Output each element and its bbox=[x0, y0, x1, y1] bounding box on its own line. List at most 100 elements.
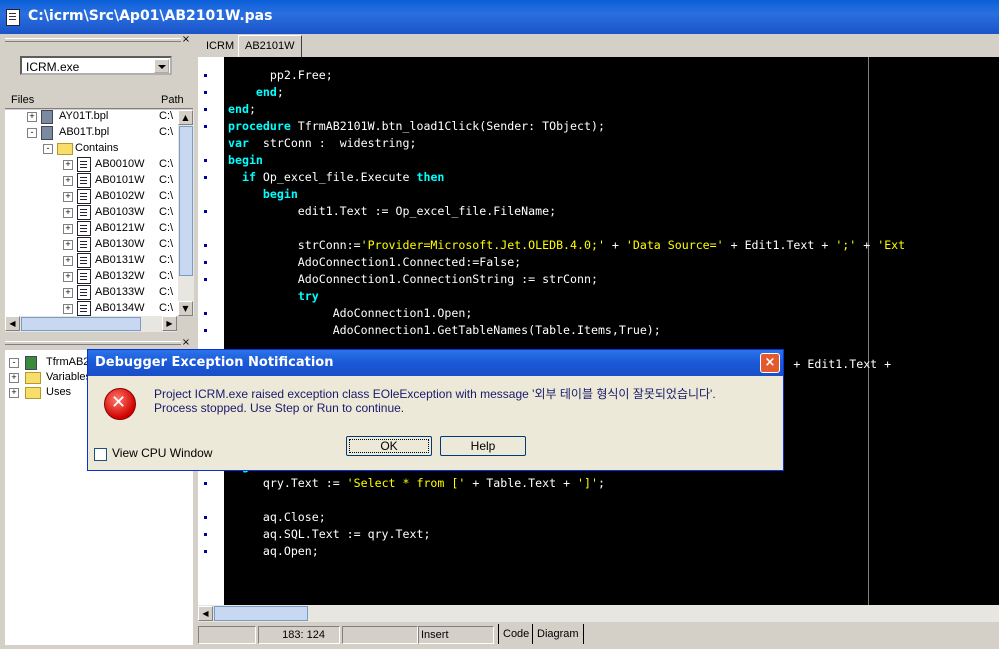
expand-icon[interactable]: + bbox=[63, 240, 73, 250]
breakpoint-dot-icon[interactable] bbox=[204, 108, 207, 111]
module-select[interactable]: ICRM.exe bbox=[20, 56, 172, 75]
breakpoint-dot-icon[interactable] bbox=[204, 312, 207, 315]
code-line[interactable]: AdoConnection1.ConnectionString := strCo… bbox=[228, 271, 598, 288]
breakpoint-dot-icon[interactable] bbox=[204, 278, 207, 281]
code-line[interactable]: strConn:='Provider=Microsoft.Jet.OLEDB.4… bbox=[228, 237, 905, 254]
ok-button[interactable]: OK bbox=[346, 436, 432, 456]
breakpoint-dot-icon[interactable] bbox=[204, 210, 207, 213]
breakpoint-dot-icon[interactable] bbox=[204, 74, 207, 77]
close-panel-icon[interactable]: × bbox=[181, 338, 191, 348]
scroll-thumb[interactable] bbox=[214, 606, 308, 621]
path-column-header[interactable]: Path bbox=[161, 94, 184, 106]
code-line[interactable]: AdoConnection1.Open; bbox=[228, 305, 473, 322]
code-line[interactable]: var strConn : widestring; bbox=[228, 135, 416, 152]
files-hscrollbar[interactable]: ◀ ▶ bbox=[5, 316, 177, 332]
breakpoint-dot-icon[interactable] bbox=[204, 244, 207, 247]
unit-icon bbox=[77, 301, 91, 316]
expand-icon[interactable]: + bbox=[63, 208, 73, 218]
editor-hscrollbar[interactable]: ◀ bbox=[198, 605, 999, 622]
expand-icon[interactable]: + bbox=[27, 112, 37, 122]
tree-item[interactable]: + AB0131W C:\ bbox=[5, 252, 177, 268]
view-cpu-label[interactable]: View CPU Window bbox=[112, 446, 212, 460]
code-editor[interactable]: pp2.Free; end; end; procedure TfrmAB2101W.… bbox=[224, 57, 999, 605]
collapse-icon[interactable]: - bbox=[9, 358, 19, 368]
code-line[interactable]: end; bbox=[228, 84, 284, 101]
breakpoint-dot-icon[interactable] bbox=[204, 176, 207, 179]
tree-item-label: AB0102W bbox=[95, 190, 145, 202]
code-line[interactable]: AdoConnection1.Connected:=False; bbox=[228, 254, 521, 271]
tree-item[interactable]: + AB0130W C:\ bbox=[5, 236, 177, 252]
tab-code[interactable]: Code bbox=[498, 624, 533, 644]
tab-ab2101w[interactable]: AB2101W bbox=[238, 35, 302, 58]
expand-icon[interactable]: + bbox=[63, 192, 73, 202]
scroll-down-icon[interactable]: ▼ bbox=[178, 301, 193, 316]
breakpoint-dot-icon[interactable] bbox=[204, 516, 207, 519]
expand-icon[interactable]: + bbox=[63, 160, 73, 170]
tree-item[interactable]: + AB0010W C:\ bbox=[5, 156, 177, 172]
scroll-right-icon[interactable]: ▶ bbox=[162, 316, 177, 331]
code-line[interactable]: aq.Open; bbox=[228, 543, 319, 560]
scroll-thumb[interactable] bbox=[21, 317, 141, 331]
code-line[interactable]: end; bbox=[228, 101, 256, 118]
close-panel-icon[interactable]: × bbox=[181, 35, 191, 45]
help-button[interactable]: Help bbox=[440, 436, 526, 456]
code-line[interactable]: AdoConnection1.GetTableNames(Table.Items… bbox=[228, 322, 661, 339]
expand-icon[interactable]: + bbox=[63, 304, 73, 314]
panel-grip[interactable] bbox=[5, 341, 181, 345]
tree-item[interactable]: + AB0101W C:\ bbox=[5, 172, 177, 188]
breakpoint-dot-icon[interactable] bbox=[204, 482, 207, 485]
code-line[interactable]: aq.Close; bbox=[228, 509, 326, 526]
breakpoint-dot-icon[interactable] bbox=[204, 533, 207, 536]
collapse-icon[interactable]: - bbox=[27, 128, 37, 138]
files-vscrollbar[interactable]: ▲ ▼ bbox=[177, 110, 194, 316]
tree-item[interactable]: + AB0132W C:\ bbox=[5, 268, 177, 284]
tree-item[interactable]: - AB01T.bpl C:\ bbox=[5, 124, 177, 140]
scroll-up-icon[interactable]: ▲ bbox=[178, 110, 193, 125]
expand-icon[interactable]: + bbox=[63, 272, 73, 282]
code-text: AdoConnection1.Open; bbox=[228, 306, 473, 320]
breakpoint-dot-icon[interactable] bbox=[204, 125, 207, 128]
expand-icon[interactable]: + bbox=[9, 388, 19, 398]
scroll-left-icon[interactable]: ◀ bbox=[198, 606, 213, 621]
scroll-left-icon[interactable]: ◀ bbox=[5, 316, 20, 331]
expand-icon[interactable]: + bbox=[63, 176, 73, 186]
tree-item[interactable]: + AB0121W C:\ bbox=[5, 220, 177, 236]
tree-item[interactable]: + AB0133W C:\ bbox=[5, 284, 177, 300]
expand-icon[interactable]: + bbox=[63, 256, 73, 266]
files-column-header[interactable]: Files bbox=[11, 94, 34, 106]
code-line[interactable]: pp2.Free; bbox=[228, 67, 333, 84]
panel-grip[interactable] bbox=[5, 38, 181, 42]
tree-item[interactable]: - Contains bbox=[5, 140, 177, 156]
expand-icon[interactable]: + bbox=[63, 288, 73, 298]
code-line[interactable]: begin bbox=[228, 152, 263, 169]
expand-icon[interactable]: + bbox=[63, 224, 73, 234]
code-line[interactable]: aq.SQL.Text := qry.Text; bbox=[228, 526, 431, 543]
code-line[interactable]: qry.Text := 'Select * from [' + Table.Te… bbox=[228, 475, 605, 492]
dialog-title-bar[interactable]: Debugger Exception Notification × bbox=[88, 350, 783, 376]
tree-item[interactable]: + AB0134W C:\ bbox=[5, 300, 177, 316]
code-line[interactable]: procedure TfrmAB2101W.btn_load1Click(Sen… bbox=[228, 118, 605, 135]
expand-icon[interactable]: + bbox=[9, 373, 19, 383]
code-line[interactable]: try bbox=[228, 288, 319, 305]
code-line[interactable]: if Op_excel_file.Execute then bbox=[228, 169, 444, 186]
tree-item[interactable]: + AB0103W C:\ bbox=[5, 204, 177, 220]
tab-icrm[interactable]: ICRM bbox=[200, 37, 240, 55]
tree-item[interactable]: + AY01T.bpl C:\ bbox=[5, 110, 177, 124]
breakpoint-dot-icon[interactable] bbox=[204, 91, 207, 94]
breakpoint-dot-icon[interactable] bbox=[204, 261, 207, 264]
tree-item-label: AB0121W bbox=[95, 222, 145, 234]
breakpoint-dot-icon[interactable] bbox=[204, 550, 207, 553]
scroll-thumb[interactable] bbox=[179, 126, 193, 276]
code-line[interactable]: edit1.Text := Op_excel_file.FileName; bbox=[228, 203, 556, 220]
breakpoint-dot-icon[interactable] bbox=[204, 329, 207, 332]
files-tree[interactable]: + AY01T.bpl C:\ - AB01T.bpl C:\ - Contains + AB00… bbox=[5, 110, 177, 316]
tree-item[interactable]: + AB0102W C:\ bbox=[5, 188, 177, 204]
close-icon[interactable]: × bbox=[760, 353, 780, 373]
tab-diagram[interactable]: Diagram bbox=[532, 624, 584, 644]
view-cpu-checkbox[interactable] bbox=[94, 448, 107, 461]
code-line[interactable]: begin bbox=[228, 186, 298, 203]
editor-gutter[interactable] bbox=[198, 57, 224, 605]
chevron-down-icon[interactable] bbox=[154, 59, 169, 73]
breakpoint-dot-icon[interactable] bbox=[204, 159, 207, 162]
collapse-icon[interactable]: - bbox=[43, 144, 53, 154]
